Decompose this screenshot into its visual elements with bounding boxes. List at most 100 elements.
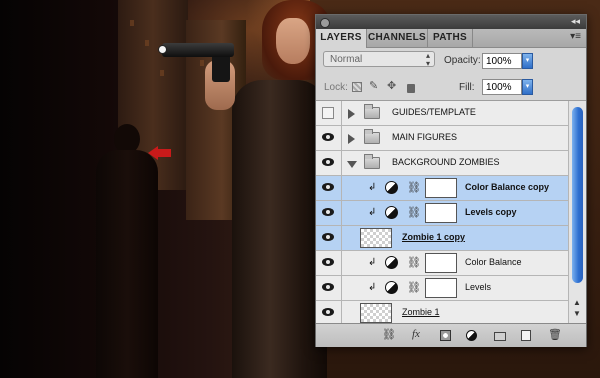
expand-triangle-icon[interactable] bbox=[348, 134, 355, 144]
artwork-window bbox=[200, 60, 204, 66]
layers-scrollbar[interactable]: ▲ ▼ bbox=[568, 101, 586, 323]
layer-thumbnail[interactable] bbox=[360, 228, 392, 248]
clipping-arrow-icon: ↲ bbox=[368, 257, 377, 268]
visibility-toggle[interactable] bbox=[316, 126, 342, 150]
layer-name: Levels copy bbox=[465, 207, 517, 217]
layer-mask-thumbnail[interactable] bbox=[425, 203, 457, 223]
lock-pixels-icon[interactable]: ✎ bbox=[369, 79, 379, 92]
blend-mode-select[interactable]: Normal ▴ ▾ bbox=[323, 51, 435, 68]
new-group-icon[interactable] bbox=[494, 332, 506, 341]
layer-mask-thumbnail[interactable] bbox=[425, 178, 457, 198]
layer-name: MAIN FIGURES bbox=[392, 132, 458, 142]
clipping-arrow-icon: ↲ bbox=[368, 282, 377, 293]
opacity-dropdown-icon[interactable]: ▾ bbox=[522, 53, 533, 69]
fill-dropdown-icon[interactable]: ▾ bbox=[522, 79, 533, 95]
eye-icon bbox=[322, 208, 334, 216]
opacity-input[interactable]: 100% bbox=[482, 53, 522, 69]
mask-icon[interactable] bbox=[440, 330, 451, 341]
layer-row[interactable]: GUIDES/TEMPLATE bbox=[316, 101, 568, 126]
hidden-eye-icon bbox=[322, 107, 334, 119]
artwork-muzzle bbox=[158, 45, 167, 54]
eye-icon bbox=[322, 258, 334, 266]
layers-list: GUIDES/TEMPLATE MAIN FIGURES BACKGROUND … bbox=[316, 101, 568, 323]
layer-mask-thumbnail[interactable] bbox=[425, 278, 457, 298]
expand-triangle-icon[interactable] bbox=[348, 109, 355, 119]
tab-paths[interactable]: PATHS bbox=[428, 29, 473, 47]
layer-name: Levels bbox=[465, 282, 492, 292]
link-icon[interactable]: ⛓ bbox=[382, 328, 396, 341]
collapse-icon[interactable]: ◂◂ bbox=[571, 16, 580, 27]
layers-panel: ◂◂ LAYERS CHANNELS PATHS ▾≡ Normal ▴ ▾ Op… bbox=[315, 14, 587, 347]
tab-channels[interactable]: CHANNELS bbox=[367, 29, 428, 47]
adjustment-layer-icon bbox=[385, 181, 398, 194]
clipping-arrow-icon: ↲ bbox=[368, 207, 377, 218]
visibility-toggle[interactable] bbox=[316, 301, 342, 323]
layer-row[interactable]: ↲ ⛓ Levels bbox=[316, 276, 568, 301]
fill-label: Fill: bbox=[459, 82, 475, 93]
eye-icon bbox=[322, 183, 334, 191]
layer-row[interactable]: Zombie 1 bbox=[316, 301, 568, 323]
layer-row[interactable]: Zombie 1 copy bbox=[316, 226, 568, 251]
artwork-window bbox=[160, 70, 164, 76]
visibility-toggle[interactable] bbox=[316, 201, 342, 225]
fill-input[interactable]: 100% bbox=[482, 79, 522, 95]
panel-menu-icon[interactable]: ▾≡ bbox=[570, 31, 581, 42]
blend-mode-value: Normal bbox=[330, 54, 363, 65]
layer-row[interactable]: BACKGROUND ZOMBIES bbox=[316, 151, 568, 176]
tab-layers[interactable]: LAYERS bbox=[316, 29, 367, 48]
layer-name: BACKGROUND ZOMBIES bbox=[392, 157, 500, 167]
layer-row[interactable]: ↲ ⛓ Color Balance bbox=[316, 251, 568, 276]
artwork-window bbox=[130, 20, 134, 26]
link-chain-icon: ⛓ bbox=[407, 282, 421, 294]
artwork-figure-face bbox=[276, 18, 310, 64]
select-arrows-icon: ▴ ▾ bbox=[425, 51, 430, 68]
eye-icon bbox=[322, 133, 334, 141]
artwork-gun bbox=[162, 43, 234, 57]
artwork-figure-body bbox=[232, 80, 327, 378]
eye-icon bbox=[322, 308, 334, 316]
link-chain-icon: ⛓ bbox=[407, 257, 421, 269]
lock-transparency-icon[interactable] bbox=[352, 82, 362, 92]
visibility-toggle[interactable] bbox=[316, 251, 342, 275]
panel-titlebar[interactable]: ◂◂ bbox=[316, 15, 586, 29]
lock-label: Lock: bbox=[324, 82, 348, 93]
layer-row[interactable]: ↲ ⛓ Levels copy bbox=[316, 201, 568, 226]
visibility-toggle[interactable] bbox=[316, 226, 342, 250]
layer-name: Zombie 1 bbox=[402, 307, 440, 317]
red-arrow-tail bbox=[157, 149, 171, 157]
scroll-up-icon[interactable]: ▲ bbox=[573, 298, 581, 307]
eye-icon bbox=[322, 158, 334, 166]
artwork-zombie-body bbox=[96, 150, 158, 378]
visibility-toggle[interactable] bbox=[316, 176, 342, 200]
lock-row: Lock: ✎ ✥ Fill: 100% ▾ bbox=[316, 74, 586, 101]
close-icon[interactable] bbox=[320, 18, 330, 28]
lock-all-icon[interactable] bbox=[407, 84, 415, 93]
visibility-toggle[interactable] bbox=[316, 101, 342, 125]
adjustment-layer-icon bbox=[385, 281, 398, 294]
layer-mask-thumbnail[interactable] bbox=[425, 253, 457, 273]
link-chain-icon: ⛓ bbox=[407, 207, 421, 219]
blend-row: Normal ▴ ▾ Opacity: 100% ▾ bbox=[316, 48, 586, 74]
lock-position-icon[interactable]: ✥ bbox=[387, 79, 397, 92]
clipping-arrow-icon: ↲ bbox=[368, 182, 377, 193]
layer-name: Color Balance copy bbox=[465, 182, 550, 192]
fx-icon[interactable]: fx bbox=[412, 328, 420, 340]
scrollbar-thumb[interactable] bbox=[572, 107, 583, 283]
visibility-toggle[interactable] bbox=[316, 151, 342, 175]
eye-icon bbox=[322, 233, 334, 241]
folder-icon bbox=[364, 154, 380, 169]
layer-thumbnail[interactable] bbox=[360, 303, 392, 323]
collapse-triangle-icon[interactable] bbox=[347, 161, 357, 168]
adjustment-icon[interactable] bbox=[466, 330, 477, 341]
panel-tabs: LAYERS CHANNELS PATHS ▾≡ bbox=[316, 29, 586, 48]
layer-name: Zombie 1 copy bbox=[402, 232, 466, 242]
trash-icon[interactable]: 🗑 bbox=[548, 328, 562, 341]
layer-name: GUIDES/TEMPLATE bbox=[392, 107, 476, 117]
scroll-down-icon[interactable]: ▼ bbox=[573, 309, 581, 318]
eye-icon bbox=[322, 283, 334, 291]
new-layer-icon[interactable] bbox=[521, 330, 531, 341]
visibility-toggle[interactable] bbox=[316, 276, 342, 300]
layer-row[interactable]: ↲ ⛓ Color Balance copy bbox=[316, 176, 568, 201]
layer-row[interactable]: MAIN FIGURES bbox=[316, 126, 568, 151]
artwork-window bbox=[145, 40, 149, 46]
